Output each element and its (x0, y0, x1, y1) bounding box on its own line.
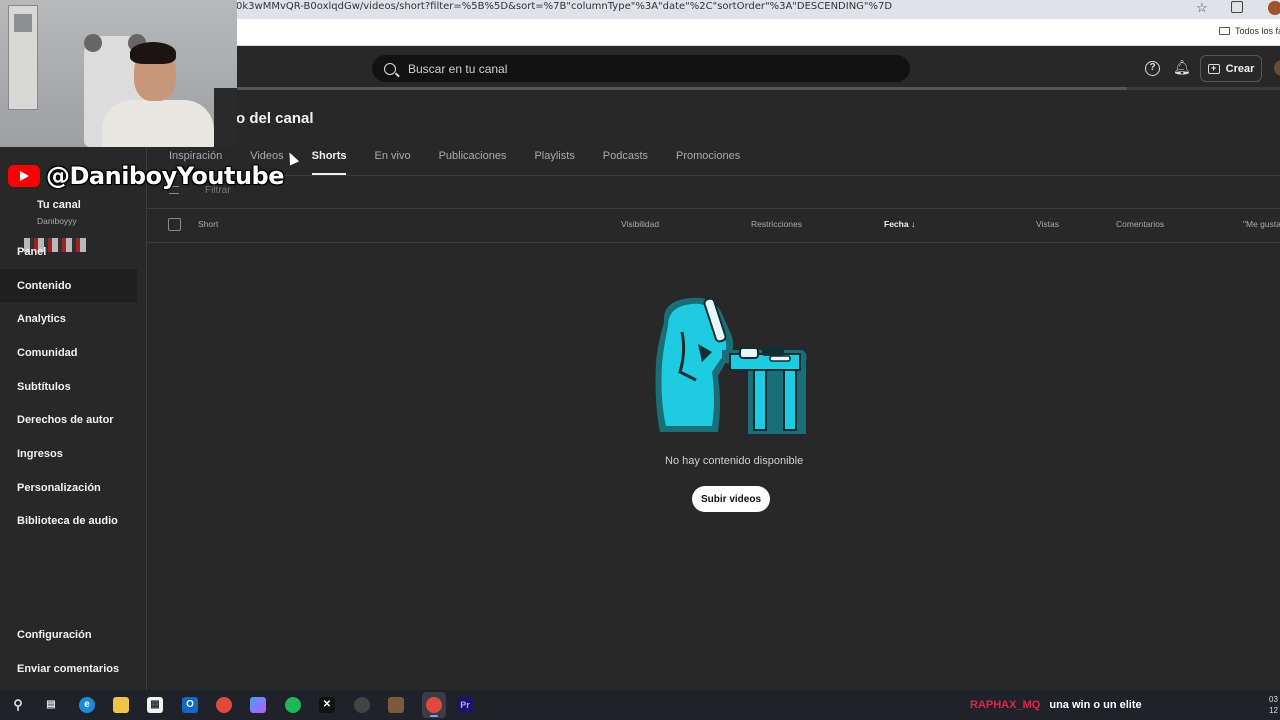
create-button[interactable]: + Crear (1200, 55, 1262, 82)
channel-search-input[interactable]: Buscar en tu canal (372, 55, 910, 82)
sidebar-item-panel[interactable]: Panel (0, 235, 137, 269)
sidebar-item-settings[interactable]: Configuración (0, 618, 137, 652)
taskbar-search-icon[interactable]: ⚲ (10, 697, 26, 713)
account-avatar[interactable] (1274, 60, 1280, 76)
chat-ticker: RAPHAX_MQ una win o un elite (970, 699, 1142, 711)
copilot-icon[interactable] (250, 697, 266, 713)
sidebar-item-analytics[interactable]: Analytics (0, 302, 137, 336)
tab-live[interactable]: En vivo (374, 150, 410, 175)
store-icon[interactable]: ▦ (147, 697, 163, 713)
chrome-active-icon[interactable] (426, 697, 442, 713)
column-header-short: Short (198, 219, 219, 229)
url-text[interactable]: 0k3wMMvQR-B0oxlqdGw/videos/short?filter=… (236, 1, 892, 12)
loading-progress-bar (237, 87, 1280, 90)
webcam-person-body (102, 100, 214, 147)
sidebar-item-subtitles[interactable]: Subtítulos (0, 370, 137, 404)
upload-videos-button[interactable]: Subir videos (692, 486, 770, 512)
webcam-overlay (0, 0, 237, 147)
chat-message: una win o un elite (1049, 699, 1142, 711)
sidebar-item-send-feedback[interactable]: Enviar comentarios (0, 652, 137, 686)
table-header-divider (147, 242, 1280, 243)
browser-profile-icon[interactable] (1268, 1, 1280, 15)
screen: 0k3wMMvQR-B0oxlqdGw/videos/short?filter=… (0, 0, 1280, 720)
sidebar-bottom-nav: Configuración Enviar comentarios (0, 618, 137, 685)
notifications-bell-icon[interactable]: 🔔︎ (1173, 59, 1191, 76)
filter-divider (147, 208, 1280, 209)
sidebar-item-earn[interactable]: Ingresos (0, 437, 137, 471)
help-icon[interactable]: ? (1145, 61, 1160, 76)
streamer-handle: @DaniboyYoutube (46, 162, 285, 190)
sidebar-item-community[interactable]: Comunidad (0, 336, 137, 370)
empty-state-illustration (655, 297, 807, 434)
webcam-chair-ear-left (84, 34, 102, 52)
date-header-label: Fecha (884, 219, 909, 229)
create-label: Crear (1225, 62, 1255, 75)
channel-handle: Daniboyyy (37, 216, 77, 226)
folder-icon (1219, 27, 1230, 35)
spotify-icon[interactable] (285, 697, 301, 713)
create-plus-icon: + (1207, 63, 1220, 74)
column-header-comments: Comentarios (1116, 219, 1165, 229)
minecraft-icon[interactable] (388, 697, 404, 713)
chrome-icon[interactable] (216, 697, 232, 713)
search-placeholder: Buscar en tu canal (408, 61, 508, 76)
bookmarks-label: Todos los fa (1235, 26, 1280, 36)
tabs-divider (147, 175, 1280, 176)
webcam-microphone (214, 88, 237, 147)
column-header-date[interactable]: Fecha ↓ (884, 219, 915, 229)
webcam-shelf (14, 14, 32, 32)
sidebar-item-content[interactable]: Contenido (0, 268, 137, 303)
bookmark-star-icon[interactable]: ☆ (1196, 0, 1208, 16)
sidebar-item-customization[interactable]: Personalización (0, 471, 137, 505)
all-bookmarks-folder[interactable]: Todos los fa (1219, 26, 1280, 36)
tab-promotions[interactable]: Promociones (676, 150, 740, 175)
select-all-checkbox[interactable] (168, 218, 181, 231)
column-header-visibility: Visibilidad (621, 219, 660, 229)
webcam-person-hair (130, 42, 176, 64)
chat-user: RAPHAX_MQ (970, 699, 1041, 711)
page-title: o del canal (236, 110, 314, 127)
sidebar-item-copyright[interactable]: Derechos de autor (0, 403, 137, 437)
edge-browser-icon[interactable]: e (79, 697, 95, 713)
tab-playlists[interactable]: Playlists (534, 150, 574, 175)
tab-posts[interactable]: Publicaciones (439, 150, 507, 175)
tab-podcasts[interactable]: Podcasts (603, 150, 648, 175)
tab-shorts[interactable]: Shorts (311, 150, 346, 175)
streamer-handle-overlay: @DaniboyYoutube (8, 162, 285, 190)
sidebar-item-audio-library[interactable]: Biblioteca de audio (0, 505, 137, 539)
sidebar-nav: Panel Contenido Analytics Comunidad Subt… (0, 235, 137, 538)
column-header-views: Vistas (1036, 219, 1059, 229)
empty-state-message: No hay contenido disponible (665, 455, 804, 467)
obs-icon[interactable] (354, 697, 370, 713)
channel-title: Tu canal (37, 199, 81, 211)
loading-progress-fill (237, 87, 1127, 90)
task-view-icon[interactable]: ▤ (43, 697, 59, 713)
search-icon (384, 62, 396, 75)
capcut-icon[interactable]: ✕ (319, 697, 335, 713)
youtube-logo-icon (8, 165, 40, 187)
taskbar-clock[interactable]: 03 12 (1269, 694, 1280, 716)
extensions-icon[interactable] (1231, 1, 1243, 13)
column-header-restrictions: Restricciones (751, 219, 803, 229)
outlook-icon[interactable]: O (182, 697, 198, 713)
file-explorer-icon[interactable] (113, 697, 129, 713)
sort-arrow-icon: ↓ (910, 219, 916, 229)
premiere-pro-icon[interactable]: Pr (457, 697, 473, 713)
column-header-likes: "Me gusta (1243, 219, 1280, 229)
